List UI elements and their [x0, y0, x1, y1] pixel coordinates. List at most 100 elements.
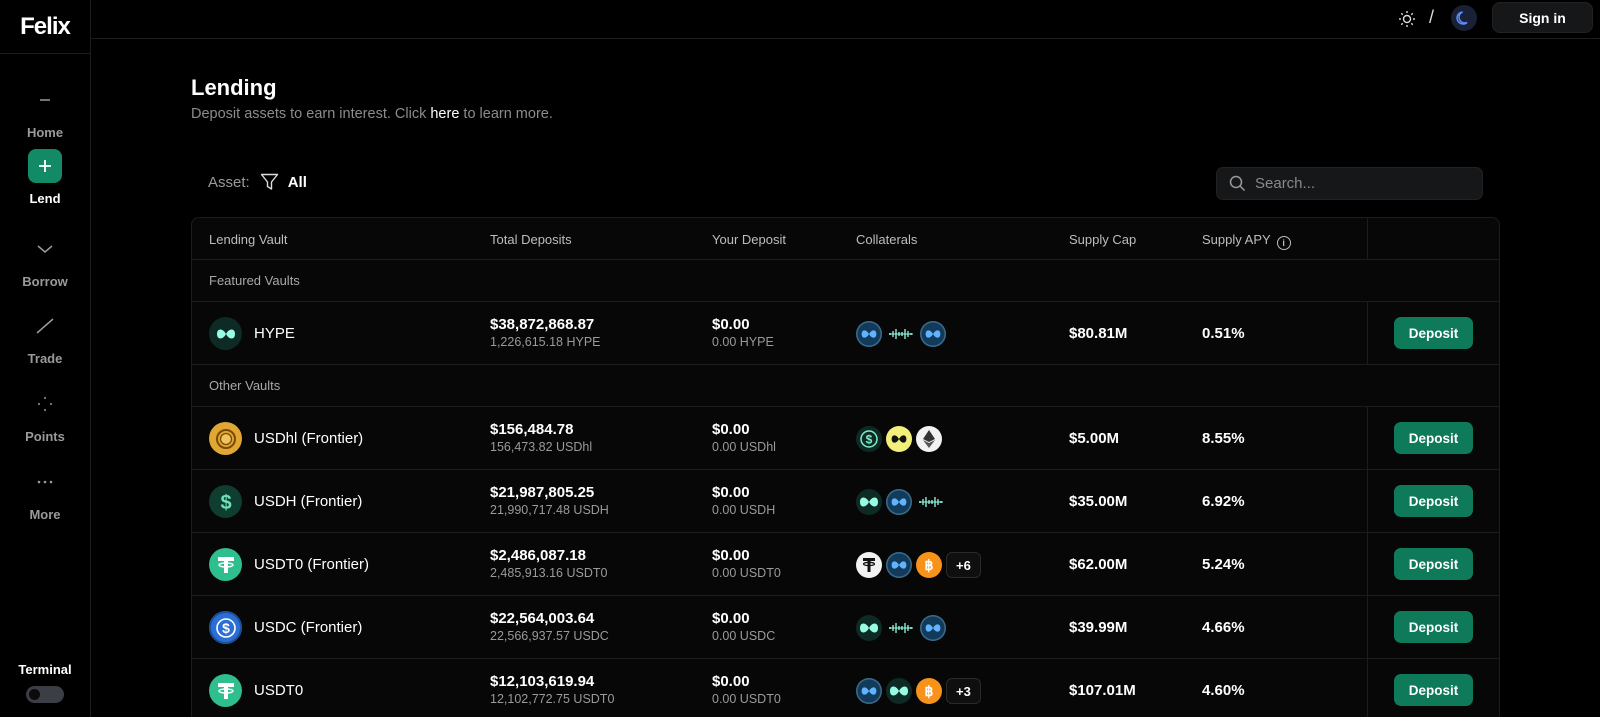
collaterals-cell: ฿ +3	[856, 678, 981, 704]
khype-icon	[856, 678, 882, 704]
sidebar-item-home[interactable]: Home	[0, 83, 90, 140]
total-deposits-cell: $21,987,805.25 21,990,717.48 USDH	[490, 484, 609, 517]
your-deposit-value: $0.00	[712, 547, 750, 564]
sidebar-item-label: Trade	[27, 351, 63, 366]
lending-table: Lending Vault Total Deposits Your Deposi…	[191, 217, 1500, 717]
vault-cell: HYPE	[209, 317, 295, 350]
column-header-your-deposit: Your Deposit	[712, 232, 786, 247]
sidebar-item-points[interactable]: Points	[0, 387, 90, 444]
sidebar: Felix Home Lend Borrow Trade Points More…	[0, 0, 91, 717]
more-collaterals-badge[interactable]: +3	[946, 678, 981, 704]
sidebar-item-label: More	[29, 507, 61, 522]
hype-icon	[856, 489, 882, 515]
page-subtitle: Deposit assets to earn interest. Click h…	[191, 106, 553, 122]
terminal-toggle[interactable]	[26, 686, 64, 703]
dots-cross-icon	[28, 387, 62, 421]
felix-logo[interactable]: Felix	[0, 0, 90, 54]
deposit-button[interactable]: Deposit	[1394, 674, 1473, 706]
sidebar-item-lend[interactable]: Lend	[0, 149, 90, 206]
supply-cap-value: $107.01M	[1069, 682, 1136, 699]
deposit-button[interactable]: Deposit	[1394, 485, 1473, 517]
sidebar-item-label: Borrow	[22, 274, 68, 289]
supply-cap-value: $39.99M	[1069, 619, 1128, 636]
page-title: Lending	[191, 75, 277, 100]
total-deposits-value: $38,872,868.87	[490, 316, 595, 333]
vault-cell: USDT0	[209, 674, 303, 707]
sun-icon[interactable]	[1396, 8, 1418, 30]
vault-name: HYPE	[254, 325, 295, 342]
info-icon[interactable]: i	[1276, 236, 1291, 250]
vault-cell: $ USDH (Frontier)	[209, 485, 362, 518]
sidebar-item-trade[interactable]: Trade	[0, 309, 90, 366]
search-input[interactable]	[1255, 175, 1475, 192]
total-deposits-amount: 1,226,615.18 HYPE	[490, 335, 601, 349]
vault-name: USDT0 (Frontier)	[254, 556, 370, 573]
khype-icon	[920, 615, 946, 641]
vault-cell: USDhl (Frontier)	[209, 422, 363, 455]
your-deposit-amount: 0.00 USDT0	[712, 692, 781, 706]
subtitle-prefix: Deposit assets to earn interest. Click	[191, 106, 431, 122]
asset-filter[interactable]: Asset: All	[208, 172, 307, 192]
your-deposit-amount: 0.00 USDT0	[712, 566, 781, 580]
sidebar-item-label: Home	[26, 125, 64, 140]
total-deposits-value: $22,564,003.64	[490, 610, 595, 627]
deposit-button[interactable]: Deposit	[1394, 317, 1473, 349]
sign-in-button[interactable]: Sign in	[1492, 2, 1593, 33]
supply-apy-label: Supply APY	[1202, 232, 1271, 247]
your-deposit-value: $0.00	[712, 673, 750, 690]
more-collaterals-badge[interactable]: +6	[946, 552, 981, 578]
table-row: USDT0 (Frontier) $2,486,087.18 2,485,913.1…	[192, 533, 1499, 596]
wave-icon	[886, 615, 916, 641]
column-header-collaterals: Collaterals	[856, 232, 918, 247]
column-header-total-deposits: Total Deposits	[490, 232, 572, 247]
usdc-icon: $	[209, 611, 242, 644]
khype-icon	[886, 489, 912, 515]
moon-icon[interactable]	[1451, 5, 1477, 31]
column-header-action	[1367, 218, 1499, 260]
total-deposits-value: $12,103,619.94	[490, 673, 595, 690]
column-header-supply-apy[interactable]: Supply APY i	[1202, 232, 1291, 250]
supply-cap-value: $5.00M	[1069, 430, 1120, 447]
yellow-hype-icon	[886, 426, 912, 452]
total-deposits-amount: 22,566,937.57 USDC	[490, 629, 609, 643]
total-deposits-cell: $156,484.78 156,473.82 USDhl	[490, 421, 592, 454]
other-vault-list: USDhl (Frontier) $156,484.78 156,473.82 US…	[192, 407, 1499, 717]
table-row: $ USDC (Frontier) $22,564,003.64 22,566,937…	[192, 596, 1499, 659]
svg-text:$: $	[222, 620, 230, 636]
theme-separator: /	[1429, 7, 1435, 27]
supply-cap-value: $80.81M	[1069, 325, 1128, 342]
trade-line-icon	[28, 309, 62, 343]
supply-apy-value: 4.66%	[1202, 619, 1245, 636]
total-deposits-amount: 156,473.82 USDhl	[490, 440, 593, 454]
supply-apy-value: 6.92%	[1202, 493, 1245, 510]
asset-filter-label: Asset:	[208, 173, 250, 191]
vault-cell: $ USDC (Frontier)	[209, 611, 362, 644]
ellipsis-icon	[28, 465, 62, 499]
usdh-icon: $	[209, 485, 242, 518]
supply-apy-value: 0.51%	[1202, 325, 1245, 342]
vault-cell: USDT0 (Frontier)	[209, 548, 369, 581]
deposit-button[interactable]: Deposit	[1394, 548, 1473, 580]
total-deposits-amount: 21,990,717.48 USDH	[490, 503, 609, 517]
search-icon	[1229, 175, 1246, 192]
your-deposit-cell: $0.00 0.00 USDH	[712, 484, 775, 517]
supply-apy-value: 8.55%	[1202, 430, 1245, 447]
search-box[interactable]	[1216, 167, 1483, 200]
svg-text:฿: ฿	[925, 557, 934, 573]
sidebar-item-borrow[interactable]: Borrow	[0, 232, 90, 289]
your-deposit-cell: $0.00 0.00 USDT0	[712, 547, 781, 580]
deposit-button[interactable]: Deposit	[1394, 611, 1473, 643]
usdhl-icon	[209, 422, 242, 455]
supply-cap-value: $35.00M	[1069, 493, 1128, 510]
learn-more-link[interactable]: here	[430, 106, 459, 122]
collaterals-cell	[856, 321, 950, 347]
total-deposits-value: $2,486,087.18	[490, 547, 586, 564]
sidebar-item-more[interactable]: More	[0, 465, 90, 522]
deposit-button[interactable]: Deposit	[1394, 422, 1473, 454]
bitcoin-icon: ฿	[916, 552, 942, 578]
your-deposit-cell: $0.00 0.00 USDC	[712, 610, 775, 643]
asset-filter-value: All	[287, 173, 307, 191]
your-deposit-amount: 0.00 HYPE	[712, 335, 774, 349]
khype-icon	[856, 321, 882, 347]
your-deposit-amount: 0.00 USDC	[712, 629, 776, 643]
